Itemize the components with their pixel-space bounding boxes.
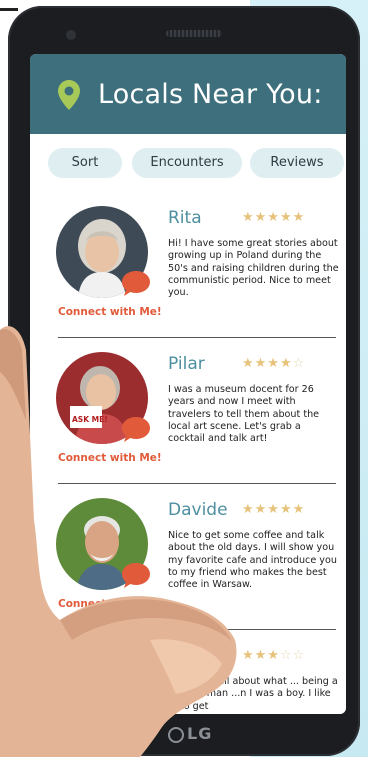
local-card: Connect with Me! Rita ★★★★★ Hi! I have s… xyxy=(30,196,346,338)
reviews-button[interactable]: Reviews xyxy=(250,148,344,178)
sort-button[interactable]: Sort xyxy=(48,148,122,178)
divider xyxy=(58,483,336,484)
star-rating: ★★★★★ xyxy=(242,502,305,517)
local-card: Connect with Me! Davide ★★★★★ Nice to ge… xyxy=(30,488,346,630)
local-name: Rita xyxy=(168,208,202,228)
star-rating: ★★★☆☆ xyxy=(242,648,305,663)
device-brand: LG xyxy=(187,724,213,743)
local-bio: I was a museum docent for 26 years and n… xyxy=(168,384,320,445)
chat-bubble-icon[interactable] xyxy=(120,561,152,589)
divider xyxy=(58,337,336,338)
sign-text: ASK ME! xyxy=(72,415,108,424)
device-logo: LG xyxy=(168,724,212,743)
star-rating: ★★★★★ xyxy=(242,210,305,225)
divider xyxy=(58,629,336,630)
front-camera xyxy=(66,30,76,40)
corner-mark xyxy=(0,8,18,11)
connect-button[interactable]: Connect with Me! xyxy=(58,598,162,610)
app-header: Locals Near You: xyxy=(30,54,346,134)
connect-button[interactable]: Connect with Me! xyxy=(58,306,162,318)
page-title: Locals Near You: xyxy=(98,79,323,110)
local-name: Pilar xyxy=(168,354,205,374)
chat-bubble-icon[interactable] xyxy=(120,415,152,443)
earpiece-speaker xyxy=(166,30,222,37)
local-card: ★★★☆☆ ...ll you all about what ... being… xyxy=(30,634,346,714)
star-icon: ★★★★★ xyxy=(242,502,306,517)
filter-tabs: Sort Encounters Reviews xyxy=(30,148,346,180)
star-icon: ★★★★ xyxy=(242,356,293,371)
star-icon: ★★★ xyxy=(242,648,280,663)
local-bio: ...ll you all about what ... being a fis… xyxy=(180,676,338,712)
phone-frame: Locals Near You: Sort Encounters Reviews xyxy=(8,6,360,756)
chat-bubble-icon[interactable] xyxy=(120,269,152,297)
star-empty-icon: ☆ xyxy=(292,356,306,371)
star-empty-icon: ☆☆ xyxy=(279,648,306,663)
local-bio: Hi! I have some great stories about grow… xyxy=(168,238,339,299)
app-screen: Locals Near You: Sort Encounters Reviews xyxy=(30,54,346,714)
star-icon: ★★★★★ xyxy=(242,210,306,225)
local-bio: Nice to get some coffee and talk about t… xyxy=(168,530,337,591)
star-rating: ★★★★☆ xyxy=(242,356,305,371)
local-card: ASK ME! Connect with Me! Pilar ★★★★☆ I w… xyxy=(30,342,346,484)
local-name: Davide xyxy=(168,500,228,520)
encounters-button[interactable]: Encounters xyxy=(132,148,242,178)
connect-button[interactable]: Connect with Me! xyxy=(58,452,162,464)
lg-logo-icon xyxy=(168,727,184,743)
location-pin-icon xyxy=(58,80,80,110)
